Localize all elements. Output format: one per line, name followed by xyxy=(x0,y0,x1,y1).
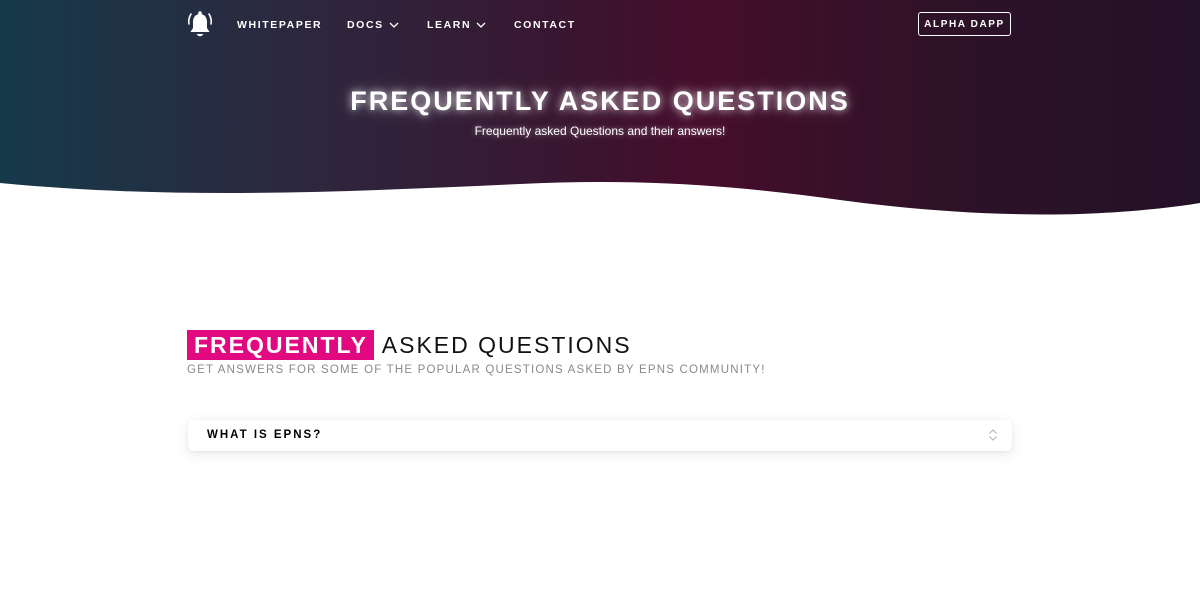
chevron-down-icon xyxy=(389,22,399,28)
hero-banner: WHITEPAPER DOCS LEARN CONTACT ALPHA DAPP… xyxy=(0,0,1200,230)
section-title: FREQUENTLY ASKED QUESTIONS xyxy=(187,330,632,360)
chevron-up-down-icon[interactable] xyxy=(988,428,998,442)
nav-item-contact[interactable]: CONTACT xyxy=(514,19,576,31)
chevron-down-icon xyxy=(476,22,486,28)
faq-item[interactable]: WHAT IS EPNS? xyxy=(188,420,1012,451)
hero-title: FREQUENTLY ASKED QUESTIONS xyxy=(350,86,850,116)
nav-item-whitepaper[interactable]: WHITEPAPER xyxy=(237,19,322,31)
nav-item-label: LEARN xyxy=(427,19,472,31)
nav-item-docs[interactable]: DOCS xyxy=(347,19,399,31)
nav-item-learn[interactable]: LEARN xyxy=(427,19,486,31)
alpha-dapp-button[interactable]: ALPHA DAPP xyxy=(918,12,1011,36)
bell-icon[interactable] xyxy=(186,10,214,40)
section-subtitle: GET ANSWERS FOR SOME OF THE POPULAR QUES… xyxy=(187,364,766,376)
nav-item-label: WHITEPAPER xyxy=(237,19,323,31)
nav-item-label: DOCS xyxy=(347,19,384,31)
section-title-highlight: FREQUENTLY xyxy=(187,330,374,360)
section-title-rest: ASKED QUESTIONS xyxy=(381,331,632,358)
hero-subtitle: Frequently asked Questions and their ans… xyxy=(474,124,726,138)
nav-item-label: CONTACT xyxy=(514,19,576,31)
faq-question: WHAT IS EPNS? xyxy=(207,429,323,441)
